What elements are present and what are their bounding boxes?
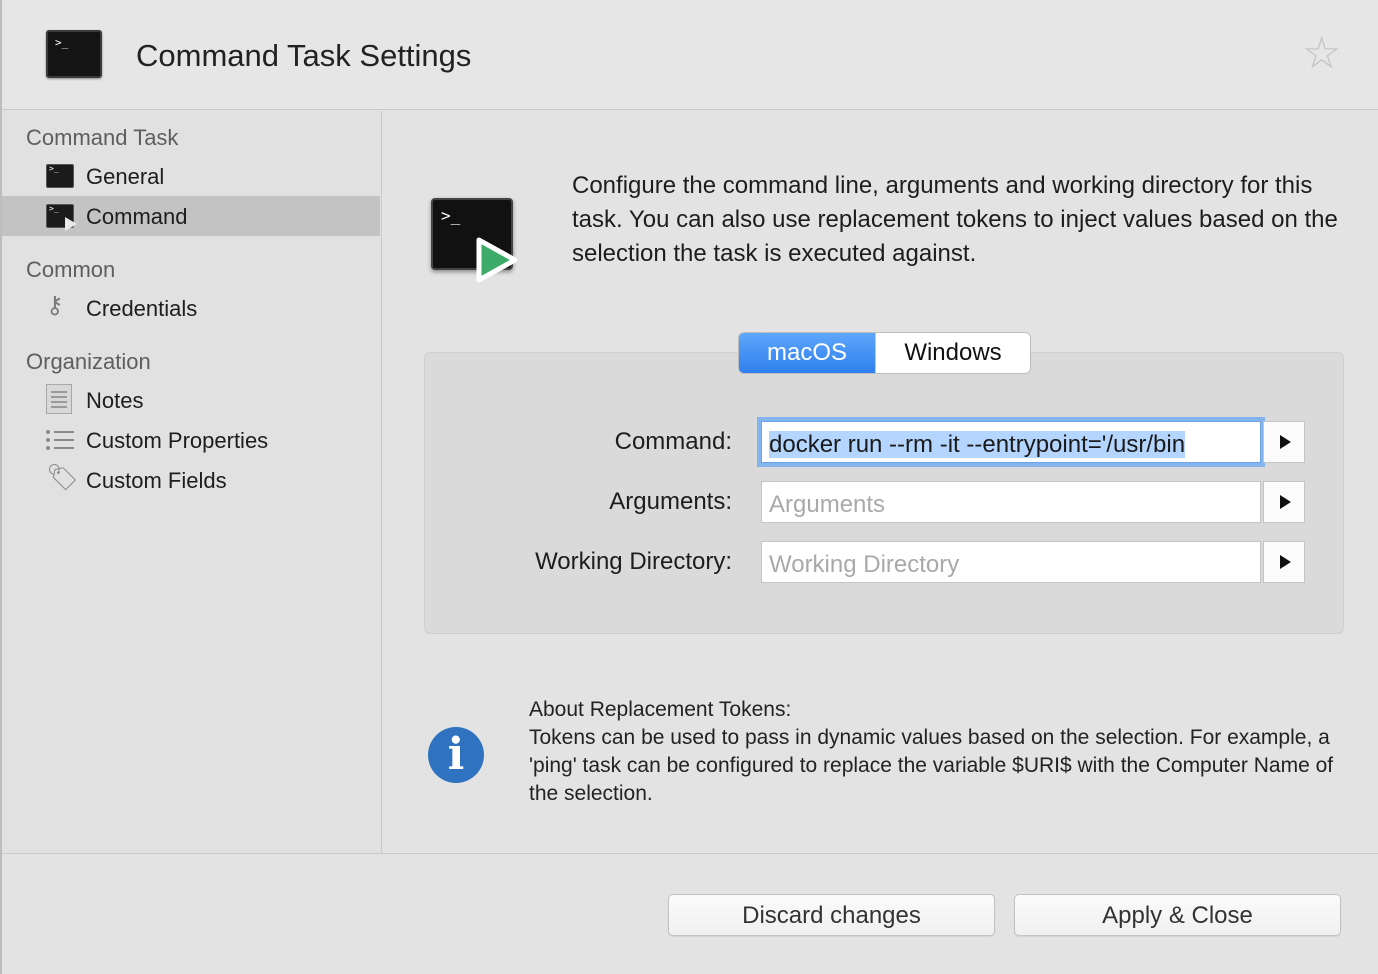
terminal-icon: >_ xyxy=(46,30,102,78)
sidebar-item-label: General xyxy=(86,164,165,189)
play-arrow-icon xyxy=(1280,435,1291,449)
sidebar-item-label: Custom Properties xyxy=(86,428,269,453)
arguments-insert-token-button[interactable] xyxy=(1263,481,1305,523)
page-title: Command Task Settings xyxy=(136,38,472,73)
notes-icon xyxy=(46,384,72,414)
play-arrow-icon xyxy=(1280,555,1291,569)
key-icon: ⚷ xyxy=(46,292,64,319)
about-title: About Replacement Tokens: xyxy=(529,698,792,721)
tab-macos[interactable]: macOS xyxy=(739,333,875,373)
intro-text: Configure the command line, arguments an… xyxy=(572,172,1338,267)
sidebar-item-label: Credentials xyxy=(86,296,198,321)
sidebar-section-organization: Organization xyxy=(26,349,151,374)
arguments-label: Arguments: xyxy=(609,488,732,515)
sidebar-item-label: Command xyxy=(86,204,188,229)
footer: Discard changes Apply & Close xyxy=(2,853,1378,974)
working-directory-label: Working Directory: xyxy=(535,548,732,575)
main-panel: >_ Configure the command line, arguments… xyxy=(383,111,1378,853)
about-body: Tokens can be used to pass in dynamic va… xyxy=(529,726,1334,805)
discard-changes-button[interactable]: Discard changes xyxy=(668,894,995,936)
settings-window: >_ Command Task Settings ☆ Command Task … xyxy=(0,0,1378,974)
command-field[interactable]: docker run --rm -it --entrypoint='/usr/b… xyxy=(761,421,1261,463)
sidebar-item-custom-fields[interactable]: 🏷 Custom Fields xyxy=(2,460,380,500)
terminal-icon: >_ xyxy=(46,164,74,188)
star-icon[interactable]: ☆ xyxy=(1302,32,1341,76)
tab-windows[interactable]: Windows xyxy=(875,333,1030,373)
sidebar: Command Task >_ General >_ Command Commo… xyxy=(2,111,382,853)
sidebar-item-custom-properties[interactable]: Custom Properties xyxy=(2,420,380,460)
terminal-play-icon: >_ xyxy=(46,204,77,231)
sidebar-item-command[interactable]: >_ Command xyxy=(2,196,380,236)
about-replacement-tokens: About Replacement Tokens: Tokens can be … xyxy=(529,696,1349,808)
working-directory-insert-token-button[interactable] xyxy=(1263,541,1305,583)
sidebar-item-credentials[interactable]: ⚷ Credentials xyxy=(2,288,380,328)
arguments-field[interactable]: Arguments xyxy=(761,481,1261,523)
platform-settings-box: Command: docker run --rm -it --entrypoin… xyxy=(424,352,1344,634)
sidebar-item-notes[interactable]: Notes xyxy=(2,380,380,420)
info-icon: i xyxy=(428,727,484,783)
header: >_ Command Task Settings ☆ xyxy=(2,0,1378,110)
tag-icon: 🏷 xyxy=(46,462,80,492)
apply-close-button[interactable]: Apply & Close xyxy=(1014,894,1341,936)
command-label: Command: xyxy=(614,428,732,455)
list-icon xyxy=(46,428,74,452)
platform-segmented-control: macOS Windows xyxy=(739,333,1030,373)
command-insert-token-button[interactable] xyxy=(1263,421,1305,463)
sidebar-section-common: Common xyxy=(26,257,116,282)
sidebar-section-command-task: Command Task xyxy=(26,125,179,150)
sidebar-item-label: Custom Fields xyxy=(86,468,227,493)
play-arrow-icon xyxy=(1280,495,1291,509)
sidebar-item-general[interactable]: >_ General xyxy=(2,156,380,196)
play-icon xyxy=(476,237,518,283)
sidebar-item-label: Notes xyxy=(86,388,144,413)
working-directory-field[interactable]: Working Directory xyxy=(761,541,1261,583)
